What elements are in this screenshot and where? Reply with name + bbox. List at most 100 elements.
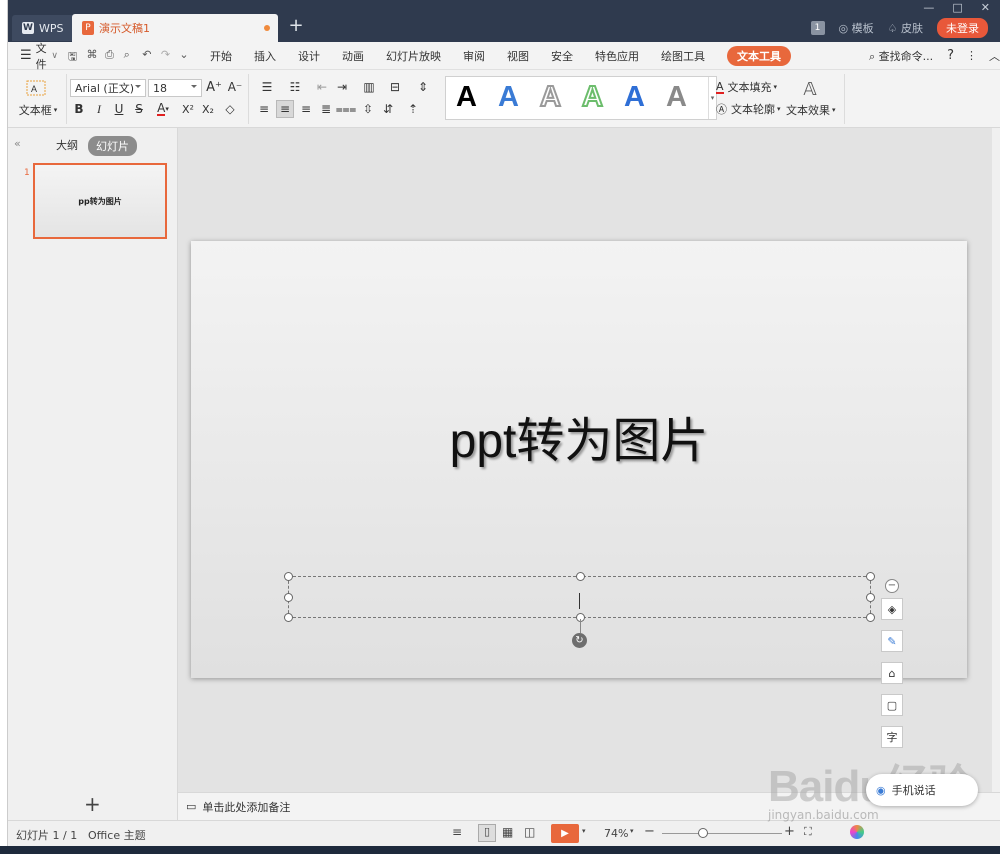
textbox-icon[interactable]: A — [18, 78, 54, 98]
decrease-indent-icon[interactable]: ⇤ — [314, 78, 330, 96]
align-left-icon[interactable]: ≡ — [256, 100, 272, 118]
menu-text-tools[interactable]: 文本工具 — [726, 45, 791, 66]
file-menu[interactable]: ☰ 文件 ∨ — [20, 40, 58, 72]
style-gray-option[interactable]: A — [666, 81, 687, 114]
add-slide-button[interactable]: + — [84, 792, 101, 816]
line-spacing-icon[interactable]: ⇳ — [360, 100, 376, 118]
resize-handle[interactable] — [284, 572, 293, 581]
increase-indent-icon[interactable]: ⇥ — [334, 78, 350, 96]
redo-icon[interactable]: ↷ — [161, 48, 174, 64]
text-effect-icon[interactable]: 𝔸 — [798, 78, 822, 100]
print-icon[interactable]: ⎙ — [105, 48, 118, 64]
voice-assistant-button[interactable]: ◉ 手机说话 — [866, 774, 978, 806]
zoom-slider-thumb[interactable] — [698, 828, 708, 838]
italic-icon[interactable]: I — [92, 100, 106, 118]
collapse-panel-icon[interactable]: « — [14, 137, 21, 150]
help-button[interactable]: ? — [947, 48, 954, 63]
fill-icon[interactable]: ⌂ — [881, 662, 903, 684]
close-icon[interactable]: ✕ — [981, 1, 990, 14]
menu-insert[interactable]: 插入 — [254, 48, 276, 64]
gallery-expand-icon[interactable]: ▾ — [708, 77, 716, 119]
zoom-level[interactable]: 74% — [604, 827, 628, 840]
columns-icon[interactable]: ▥ — [358, 78, 380, 96]
text-effect-button[interactable]: 文本效果 ▾ — [786, 102, 836, 118]
search-command[interactable]: ⌕ 查找命令... — [869, 48, 933, 64]
text-char-icon[interactable]: 字 — [881, 726, 903, 748]
text-spacing-icon[interactable]: ⇡ — [402, 100, 424, 118]
window-count-badge[interactable]: 1 — [810, 21, 825, 35]
login-button[interactable]: 未登录 — [937, 18, 988, 38]
new-tab-button[interactable]: + — [286, 16, 306, 36]
menu-animation[interactable]: 动画 — [342, 48, 364, 64]
slide-canvas[interactable]: ppt转为图片 ↻ — [191, 241, 967, 678]
document-tab[interactable]: P 演示文稿1 — [72, 14, 278, 42]
paragraph-spacing-icon[interactable]: ⇵ — [380, 100, 396, 118]
resize-handle[interactable] — [284, 593, 293, 602]
text-direction-icon[interactable]: ⊟ — [384, 78, 406, 96]
resize-handle[interactable] — [284, 613, 293, 622]
clear-format-icon[interactable]: ◇ — [222, 100, 238, 118]
style-blue-option[interactable]: A — [498, 81, 519, 114]
style-green-outline-option[interactable]: A — [581, 80, 604, 114]
font-color-icon[interactable]: A ▾ — [152, 100, 174, 118]
template-button[interactable]: ◎ 模板 — [839, 20, 874, 36]
resize-handle[interactable] — [866, 593, 875, 602]
resize-handle[interactable] — [866, 572, 875, 581]
slide-title[interactable]: ppt转为图片 — [191, 401, 967, 471]
bullets-icon[interactable]: ☰ — [256, 78, 278, 96]
font-family-select[interactable]: Arial (正文) — [70, 79, 146, 97]
maximize-icon[interactable]: □ — [952, 1, 962, 14]
pen-icon[interactable]: ✎ — [881, 630, 903, 652]
collapse-ribbon-icon[interactable]: ︿ — [989, 48, 1000, 64]
resize-handle[interactable] — [866, 613, 875, 622]
skin-button[interactable]: ♤ 皮肤 — [888, 20, 923, 36]
style-black-option[interactable]: A — [456, 81, 477, 114]
fit-window-icon[interactable]: ⛶ — [804, 825, 812, 839]
reading-view-icon[interactable]: ◫ — [524, 825, 535, 839]
more-icon[interactable]: ⋮ — [966, 49, 977, 62]
sorter-view-icon[interactable]: ▦ — [502, 825, 513, 839]
zoom-caret-icon[interactable]: ▾ — [630, 827, 634, 835]
notes-toggle-icon[interactable]: ≡ — [452, 825, 462, 839]
menu-design[interactable]: 设计 — [298, 48, 320, 64]
outline-icon[interactable]: ▢ — [881, 694, 903, 716]
customize-chevron-icon[interactable]: ⌄ — [179, 48, 192, 64]
align-right-icon[interactable]: ≡ — [298, 100, 314, 118]
rotate-handle-icon[interactable]: ↻ — [572, 633, 587, 648]
play-options-caret-icon[interactable]: ▾ — [582, 827, 586, 835]
menu-security[interactable]: 安全 — [551, 48, 573, 64]
tab-outline[interactable]: 大纲 — [56, 137, 78, 153]
justify-icon[interactable]: ≣ — [318, 100, 334, 118]
zoom-in-icon[interactable]: + — [784, 824, 795, 839]
zoom-out-icon[interactable]: − — [644, 824, 655, 839]
textbox-button[interactable]: 文本框 ▾ — [16, 102, 60, 118]
undo-icon[interactable]: ↶ — [142, 48, 155, 64]
normal-view-icon[interactable]: ▯ — [478, 824, 496, 842]
subscript-icon[interactable]: X₂ — [200, 100, 216, 118]
format-painter-icon[interactable]: ⌘ — [87, 48, 100, 64]
collapse-tools-icon[interactable]: − — [885, 579, 899, 593]
style-blue-bevel-option[interactable]: A — [624, 81, 645, 114]
menu-view[interactable]: 视图 — [507, 48, 529, 64]
menu-special[interactable]: 特色应用 — [595, 48, 639, 64]
resize-handle[interactable] — [576, 572, 585, 581]
wps-home-tab[interactable]: W WPS — [12, 15, 74, 41]
align-text-icon[interactable]: ⇕ — [412, 78, 434, 96]
underline-icon[interactable]: U — [112, 100, 126, 118]
grow-font-icon[interactable]: A⁺ — [206, 78, 222, 96]
save-icon[interactable]: 🖫 — [68, 48, 81, 64]
subtitle-textbox[interactable]: ↻ — [284, 572, 875, 648]
menu-review[interactable]: 审阅 — [463, 48, 485, 64]
menu-drawing-tools[interactable]: 绘图工具 — [661, 48, 705, 64]
numbering-icon[interactable]: ☷ — [284, 78, 306, 96]
print-preview-icon[interactable]: ⌕ — [124, 48, 137, 64]
vertical-scrollbar[interactable] — [992, 128, 1000, 792]
text-fill-button[interactable]: A 文本填充 ▾ — [716, 79, 777, 95]
style-gray-outline-option[interactable]: A — [539, 80, 562, 114]
align-center-icon[interactable]: ≡ — [276, 100, 294, 118]
minimize-icon[interactable]: — — [923, 1, 934, 14]
play-slideshow-icon[interactable]: ▶ — [551, 824, 579, 843]
shrink-font-icon[interactable]: A⁻ — [227, 78, 243, 96]
layers-icon[interactable]: ◈ — [881, 598, 903, 620]
tab-slides[interactable]: 幻灯片 — [88, 136, 137, 156]
